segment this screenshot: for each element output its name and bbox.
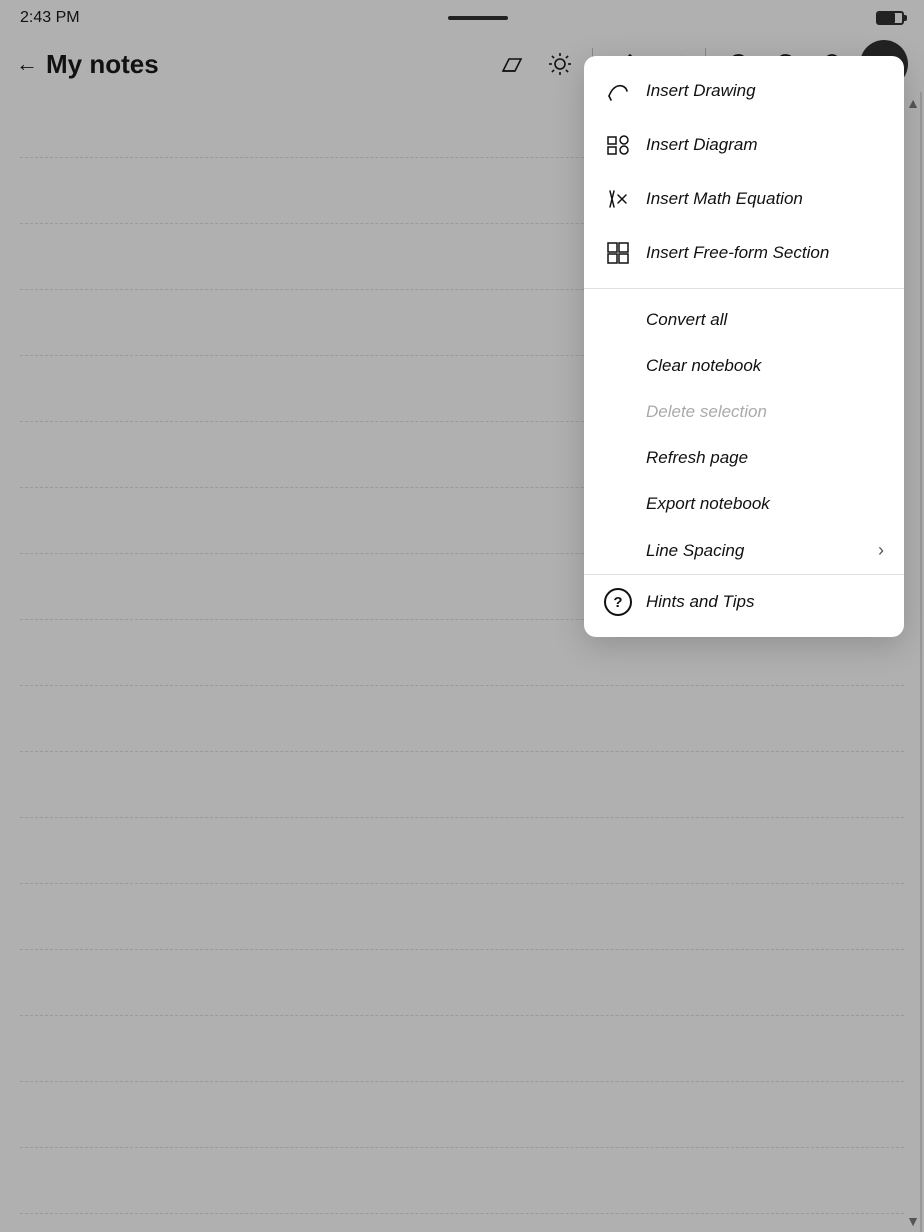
scroll-track (920, 92, 922, 1232)
status-time: 2:43 PM (20, 9, 80, 27)
status-bar: 2:43 PM (0, 0, 924, 36)
dropdown-menu: Insert Drawing Insert Diagram (584, 56, 904, 637)
status-notch (448, 16, 508, 20)
hints-tips-label: Hints and Tips (646, 592, 884, 612)
clear-notebook-label: Clear notebook (646, 356, 884, 376)
back-arrow-icon: ← (16, 51, 38, 77)
notebook-line (20, 818, 904, 884)
line-spacing-label: Line Spacing (646, 541, 864, 561)
export-notebook-label: Export notebook (646, 494, 884, 514)
scrollbar[interactable]: ▲ ▼ (916, 92, 924, 1232)
battery-indicator (876, 11, 904, 25)
delete-selection-label: Delete selection (646, 402, 884, 422)
menu-item-line-spacing[interactable]: Line Spacing › (584, 527, 904, 574)
eraser-button[interactable] (490, 42, 534, 86)
notebook-line (20, 686, 904, 752)
menu-item-hints-tips[interactable]: ? Hints and Tips (584, 575, 904, 629)
menu-item-insert-diagram[interactable]: Insert Diagram (584, 118, 904, 172)
insert-drawing-label: Insert Drawing (646, 81, 884, 101)
notebook-line (20, 1148, 904, 1214)
refresh-page-label: Refresh page (646, 448, 884, 468)
battery-icon (876, 11, 904, 25)
insert-diagram-label: Insert Diagram (646, 135, 884, 155)
diagram-icon (604, 131, 632, 159)
insert-freeform-label: Insert Free-form Section (646, 243, 884, 263)
freeform-icon (604, 239, 632, 267)
menu-item-delete-selection: Delete selection (584, 389, 904, 435)
scroll-down-button[interactable]: ▼ (902, 1210, 924, 1232)
chevron-right-icon: › (878, 540, 884, 561)
notebook-line (20, 950, 904, 1016)
page-title: My notes (46, 49, 159, 80)
back-button[interactable]: ← My notes (16, 49, 159, 80)
notebook-line (20, 884, 904, 950)
toolbar-left: ← My notes (16, 49, 490, 80)
math-icon (604, 185, 632, 213)
menu-item-refresh-page[interactable]: Refresh page (584, 435, 904, 481)
menu-item-convert-all[interactable]: Convert all (584, 297, 904, 343)
convert-all-label: Convert all (646, 310, 884, 330)
scroll-up-button[interactable]: ▲ (902, 92, 924, 114)
menu-item-insert-math[interactable]: Insert Math Equation (584, 172, 904, 226)
eraser-icon (499, 51, 525, 77)
notebook-line (20, 752, 904, 818)
notebook-line (20, 1016, 904, 1082)
insert-math-label: Insert Math Equation (646, 189, 884, 209)
notebook-line (20, 1082, 904, 1148)
menu-item-clear-notebook[interactable]: Clear notebook (584, 343, 904, 389)
menu-section-insert: Insert Drawing Insert Diagram (584, 56, 904, 289)
menu-item-insert-freeform[interactable]: Insert Free-form Section (584, 226, 904, 280)
brightness-icon (547, 51, 573, 77)
question-icon: ? (604, 588, 632, 616)
menu-item-export-notebook[interactable]: Export notebook (584, 481, 904, 527)
brightness-button[interactable] (538, 42, 582, 86)
drawing-icon (604, 77, 632, 105)
menu-section-actions: Convert all Clear notebook Delete select… (584, 289, 904, 637)
menu-item-insert-drawing[interactable]: Insert Drawing (584, 64, 904, 118)
